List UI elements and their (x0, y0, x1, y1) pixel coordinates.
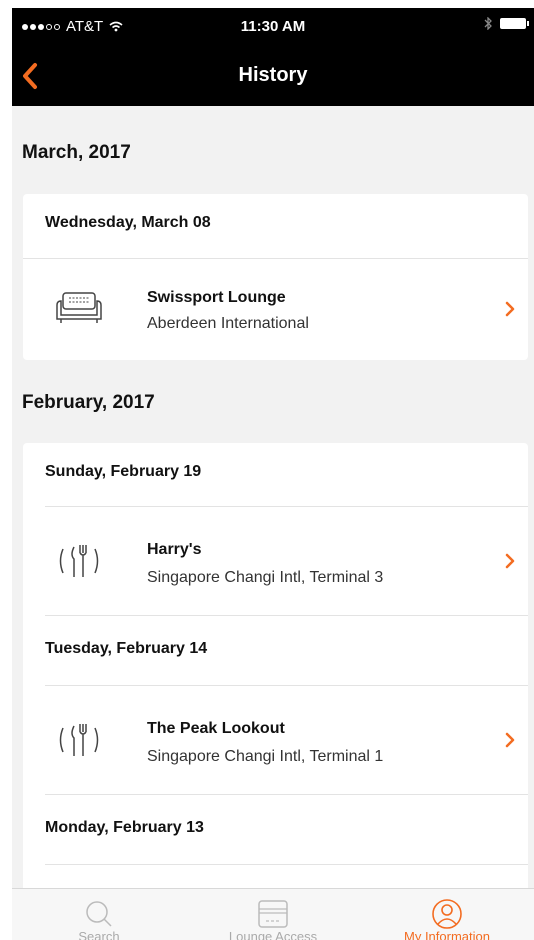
history-entry[interactable]: Swissport Lounge Aberdeen International (23, 259, 528, 359)
tab-label: My Information (404, 929, 490, 940)
month-header: March, 2017 (22, 142, 131, 163)
divider (45, 615, 528, 616)
entry-location: Singapore Changi Intl, Terminal 3 (147, 569, 384, 586)
day-label: Sunday, February 19 (45, 463, 202, 480)
divider (45, 864, 528, 865)
page-title: History (238, 64, 308, 86)
status-time: 11:30 AM (240, 18, 306, 35)
sofa-icon (56, 292, 102, 323)
tab-bar: Search Lounge Access My Information (12, 888, 534, 940)
phone-screen: AT&T 11:30 AM History March, 2017 Wednes… (12, 8, 534, 940)
tab-label: Search (78, 929, 120, 940)
tab-search[interactable]: Search (12, 889, 186, 940)
status-bar: AT&T 11:30 AM (12, 8, 534, 48)
tab-label: Lounge Access (228, 929, 318, 940)
status-right (484, 17, 529, 30)
history-entry[interactable]: Harry's Singapore Changi Intl, Terminal … (23, 507, 528, 615)
divider (45, 794, 528, 795)
fork-knife-icon (59, 724, 99, 756)
chevron-right-icon[interactable] (503, 551, 517, 571)
day-label: Tuesday, February 14 (45, 640, 208, 657)
battery-icon (500, 18, 529, 29)
tab-my-information[interactable]: My Information (360, 889, 534, 940)
month-header: February, 2017 (22, 392, 155, 413)
day-label: Wednesday, March 08 (45, 214, 211, 231)
search-icon (86, 901, 112, 927)
day-label: Monday, February 13 (45, 819, 204, 836)
user-circle-icon (432, 899, 462, 929)
bluetooth-icon (484, 17, 492, 30)
day-row: Wednesday, March 08 (23, 194, 528, 259)
card-icon (258, 900, 288, 928)
tab-lounge-access[interactable]: Lounge Access (186, 889, 360, 940)
nav-bar: History (12, 48, 534, 106)
chevron-right-icon[interactable] (503, 299, 517, 319)
entry-name: Swissport Lounge (147, 289, 286, 306)
history-card: Wednesday, March 08 Swissport Lounge Abe… (23, 194, 528, 360)
entry-name: Harry's (147, 541, 202, 558)
entry-location: Aberdeen International (147, 315, 309, 332)
history-card: Sunday, February 19 Harry's Singapore Ch… (23, 443, 528, 888)
entry-location: Singapore Changi Intl, Terminal 1 (147, 748, 384, 765)
entry-name: The Peak Lookout (147, 720, 285, 737)
history-list[interactable]: March, 2017 Wednesday, March 08 Swisspor… (12, 106, 534, 888)
chevron-right-icon[interactable] (503, 730, 517, 750)
history-entry[interactable]: The Peak Lookout Singapore Changi Intl, … (23, 686, 528, 794)
fork-knife-icon (59, 545, 99, 577)
